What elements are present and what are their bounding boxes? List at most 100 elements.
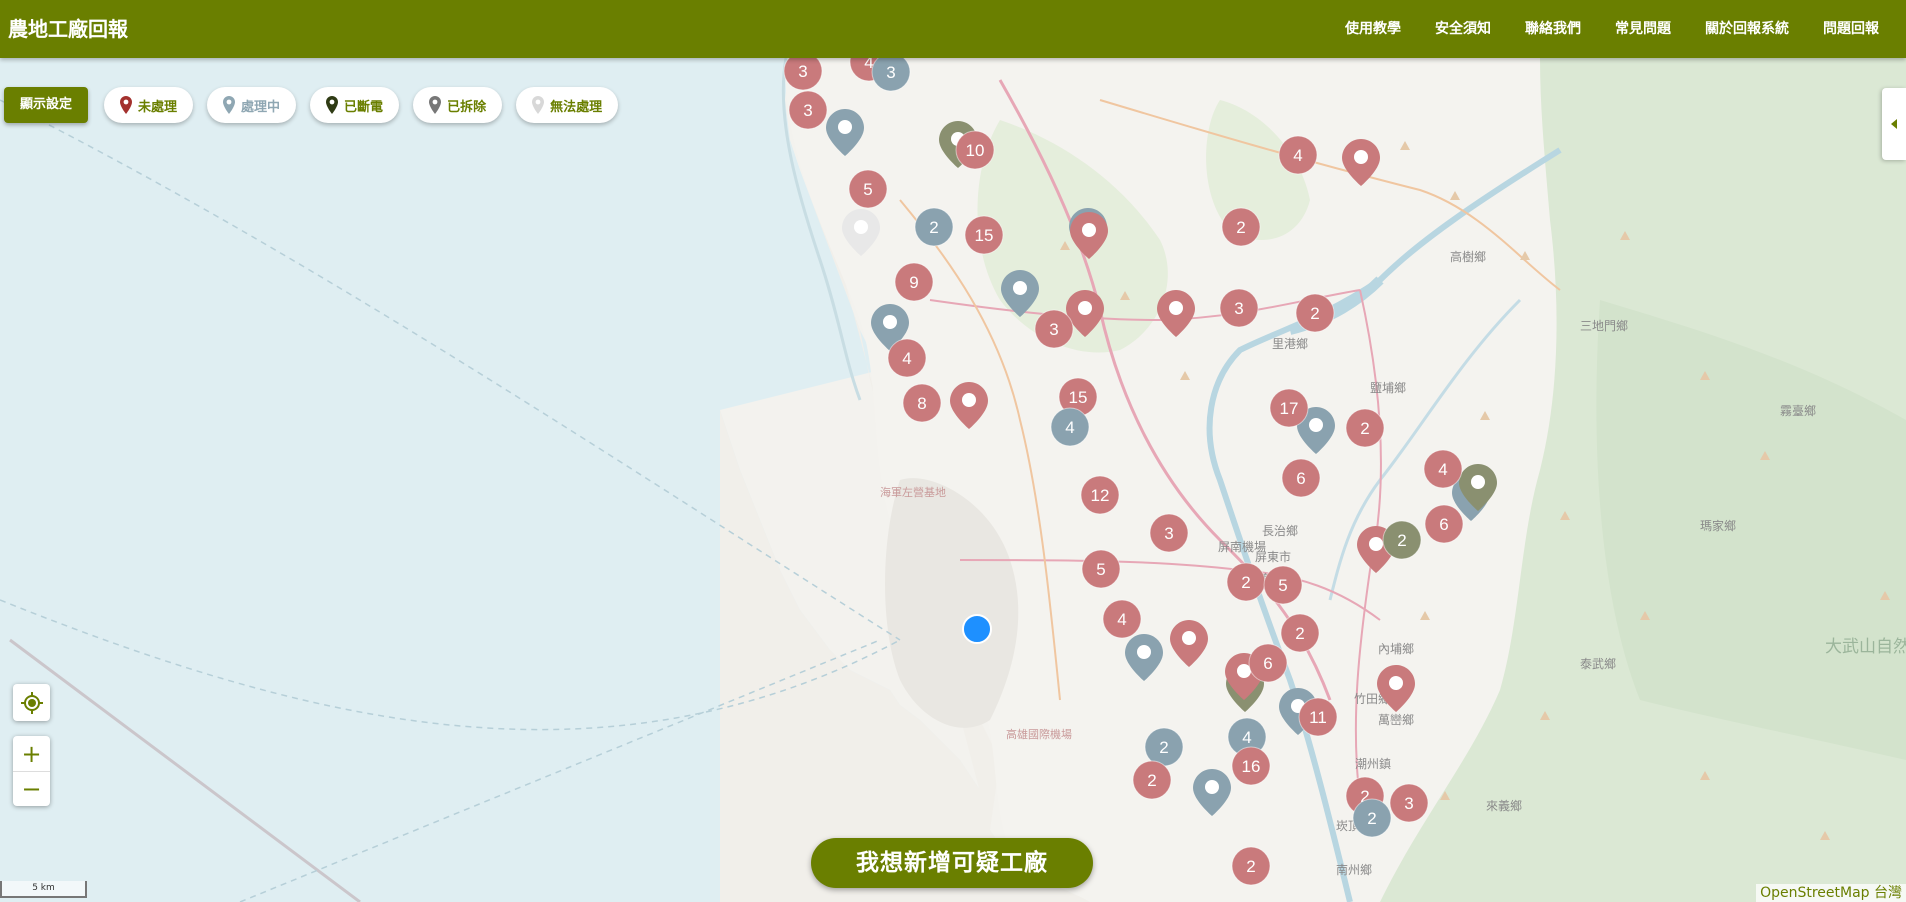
cluster-count: 4 (1117, 610, 1126, 629)
place-label: 泰武鄉 (1580, 657, 1616, 671)
cluster-count: 2 (1310, 304, 1319, 323)
side-panel-toggle[interactable] (1882, 88, 1906, 160)
zoom-out-button[interactable]: − (13, 771, 50, 806)
report-cluster[interactable]: 4 (1423, 449, 1463, 489)
place-label: 里港鄉 (1272, 337, 1308, 351)
map-pin-icon (429, 96, 442, 114)
map-canvas[interactable]: 高樹鄉三地門鄉里港鄉鹽埔鄉霧臺鄉瑪家鄉長治鄉屏東市麟洛鄉內埔鄉泰武鄉大武山自然保… (0, 58, 1906, 902)
report-cluster[interactable]: 2 (1144, 727, 1184, 767)
report-cluster[interactable]: 2 (1226, 562, 1266, 602)
place-label: 內埔鄉 (1378, 642, 1414, 656)
locate-me-button[interactable] (13, 684, 50, 721)
report-cluster[interactable]: 17 (1269, 388, 1309, 428)
report-cluster[interactable]: 10 (955, 130, 995, 170)
filter-chip-demolished[interactable]: 已拆除 (413, 87, 503, 123)
report-cluster[interactable]: 11 (1298, 697, 1338, 737)
nav-item-feedback[interactable]: 問題回報 (1806, 18, 1896, 38)
cluster-count: 2 (1367, 809, 1376, 828)
filter-chip-label: 已斷電 (344, 99, 384, 115)
nav-item-contact[interactable]: 聯絡我們 (1508, 18, 1598, 38)
add-suspicious-factory-button[interactable]: 我想新增可疑工廠 (811, 838, 1093, 888)
cluster-count: 2 (1159, 738, 1168, 757)
cluster-count: 15 (1069, 388, 1088, 407)
place-label: 瑪家鄉 (1700, 518, 1736, 533)
report-cluster[interactable]: 2 (1280, 613, 1320, 653)
place-label: 海軍左營基地 (880, 485, 946, 499)
report-cluster[interactable]: 2 (1221, 207, 1261, 247)
report-cluster[interactable]: 15 (964, 215, 1004, 255)
filter-chip-unhandled[interactable]: 未處理 (104, 87, 194, 123)
place-label: 高雄國際機場 (1006, 727, 1072, 741)
display-settings-button[interactable]: 顯示設定 (4, 87, 89, 123)
report-cluster[interactable]: 3 (1389, 783, 1429, 823)
map-pin-icon (532, 96, 545, 114)
zoom-in-button[interactable]: + (13, 736, 50, 771)
place-label: 南州鄉 (1336, 862, 1372, 877)
map-pin-icon (223, 96, 236, 114)
report-cluster[interactable]: 4 (1278, 135, 1318, 175)
report-cluster[interactable]: 3 (1149, 513, 1189, 553)
place-label: 潮州鎮 (1355, 756, 1391, 771)
cluster-count: 4 (902, 349, 911, 368)
place-label: 高樹鄉 (1450, 249, 1486, 264)
report-cluster[interactable]: 2 (1345, 408, 1385, 448)
nav-item-safety[interactable]: 安全須知 (1418, 18, 1508, 38)
report-cluster[interactable]: 2 (914, 207, 954, 247)
nav-item-tutorial[interactable]: 使用教學 (1328, 18, 1418, 38)
report-cluster[interactable]: 8 (902, 383, 942, 423)
filter-chip-power-cut[interactable]: 已斷電 (310, 87, 400, 123)
report-cluster[interactable]: 3 (788, 90, 828, 130)
cluster-count: 3 (1234, 299, 1243, 318)
place-label: 鹽埔鄉 (1370, 380, 1406, 395)
report-cluster[interactable]: 3 (871, 58, 911, 92)
caret-left-icon (1891, 119, 1897, 129)
report-cluster[interactable]: 2 (1231, 846, 1271, 886)
report-cluster[interactable]: 6 (1424, 504, 1464, 544)
cluster-count: 3 (798, 62, 807, 81)
nav-item-about[interactable]: 關於回報系統 (1688, 18, 1806, 38)
report-cluster[interactable]: 2 (1382, 520, 1422, 560)
map-attribution[interactable]: OpenStreetMap 台灣 (1756, 884, 1906, 902)
nav-item-faq[interactable]: 常見問題 (1598, 18, 1688, 38)
report-cluster[interactable]: 4 (1050, 407, 1090, 447)
cluster-count: 12 (1091, 486, 1110, 505)
filter-chip-processing[interactable]: 處理中 (207, 87, 297, 123)
filter-chip-unresolvable[interactable]: 無法處理 (516, 87, 619, 123)
filter-bar: 顯示設定 未處理 處理中 已斷電 已拆除 無法處理 (4, 87, 632, 123)
map-scale-bar: 5 km (0, 881, 87, 898)
filter-chip-label: 未處理 (138, 99, 178, 115)
top-app-bar: 農地工廠回報 使用教學 安全須知 聯絡我們 常見問題 關於回報系統 問題回報 (0, 0, 1906, 58)
cluster-count: 3 (1404, 794, 1413, 813)
report-cluster[interactable]: 6 (1281, 458, 1321, 498)
place-label: 霧臺鄉 (1780, 403, 1816, 418)
report-cluster[interactable]: 2 (1132, 760, 1172, 800)
cluster-count: 5 (1278, 576, 1287, 595)
report-cluster[interactable]: 3 (783, 58, 823, 91)
cluster-count: 2 (929, 218, 938, 237)
app-title[interactable]: 農地工廠回報 (8, 13, 128, 42)
map-pin-icon (326, 96, 339, 114)
report-cluster[interactable]: 4 (1102, 599, 1142, 639)
report-cluster[interactable]: 3 (1034, 309, 1074, 349)
report-cluster[interactable]: 16 (1231, 746, 1271, 786)
cluster-count: 8 (917, 394, 926, 413)
report-cluster[interactable]: 4 (887, 338, 927, 378)
place-label: 大武山自然保留區 (1825, 637, 1906, 657)
user-location-dot (962, 614, 992, 644)
filter-chip-label: 處理中 (241, 99, 281, 115)
report-cluster[interactable]: 2 (1352, 798, 1392, 838)
report-cluster[interactable]: 5 (1263, 565, 1303, 605)
cluster-count: 5 (1096, 560, 1105, 579)
report-cluster[interactable]: 5 (1081, 549, 1121, 589)
map-pin-icon (120, 96, 133, 114)
cluster-count: 2 (1360, 419, 1369, 438)
report-cluster[interactable]: 2 (1295, 293, 1335, 333)
place-label: 三地門鄉 (1580, 319, 1628, 333)
report-cluster[interactable]: 5 (848, 169, 888, 209)
report-cluster[interactable]: 9 (894, 262, 934, 302)
cluster-count: 10 (966, 141, 985, 160)
report-cluster[interactable]: 3 (1219, 288, 1259, 328)
cluster-count: 11 (1309, 708, 1327, 727)
report-cluster[interactable]: 12 (1080, 475, 1120, 515)
report-cluster[interactable]: 6 (1248, 643, 1288, 683)
